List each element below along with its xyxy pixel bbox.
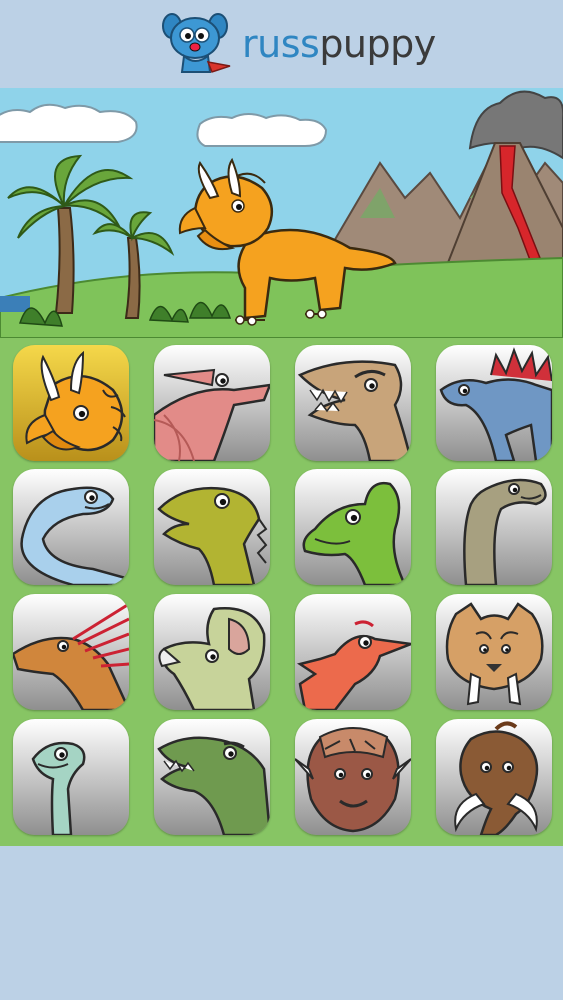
archaeopteryx-icon [296,620,411,710]
animal-button-archaeopteryx[interactable] [295,594,411,710]
animal-button-protoceratops[interactable] [154,594,270,710]
animal-button-dimetrodon[interactable] [13,594,129,710]
app-header: russpuppy [0,0,563,88]
brand-name: russpuppy [242,25,436,63]
cloud-icon [196,113,328,147]
iguanodon-icon [157,487,268,585]
diplodocus-icon [20,486,129,585]
mammoth-icon [454,721,539,835]
crocodile-icon [157,736,270,835]
animal-button-triceratops[interactable] [13,345,129,461]
brachiosaurus-icon [463,478,547,585]
animal-button-pteranodon[interactable] [154,345,270,461]
animal-button-sabertooth-tiger[interactable] [436,594,552,710]
ankylosaurus-icon [295,727,411,833]
brand-name-part2: puppy [319,22,436,66]
animal-button-diplodocus[interactable] [13,469,129,585]
animal-button-plesiosaur[interactable] [13,719,129,835]
animal-button-crocodile[interactable] [154,719,270,835]
triceratops-icon [25,350,126,452]
tyrannosaurus-icon [297,360,411,461]
bottom-panel [0,846,563,1000]
animal-button-parasaurolophus[interactable] [295,469,411,585]
plesiosaur-icon [31,741,86,835]
pteranodon-icon [154,368,270,461]
animal-button-iguanodon[interactable] [154,469,270,585]
animal-button-brachiosaurus[interactable] [436,469,552,585]
protoceratops-icon [158,607,266,710]
parasaurolophus-icon [302,481,407,585]
brand-name-part1: russ [242,22,320,66]
animal-button-mammoth[interactable] [436,719,552,835]
dimetrodon-icon [13,602,129,710]
animal-button-ankylosaurus[interactable] [295,719,411,835]
animal-grid [0,338,563,846]
stegosaurus-icon [439,347,552,461]
prehistoric-scene [0,88,563,338]
sabertooth-tiger-icon [445,602,544,706]
puppy-mascot-icon [162,13,231,73]
animal-button-tyrannosaurus[interactable] [295,345,411,461]
animal-button-stegosaurus[interactable] [436,345,552,461]
russpuppy-logo[interactable]: russpuppy [162,10,436,78]
